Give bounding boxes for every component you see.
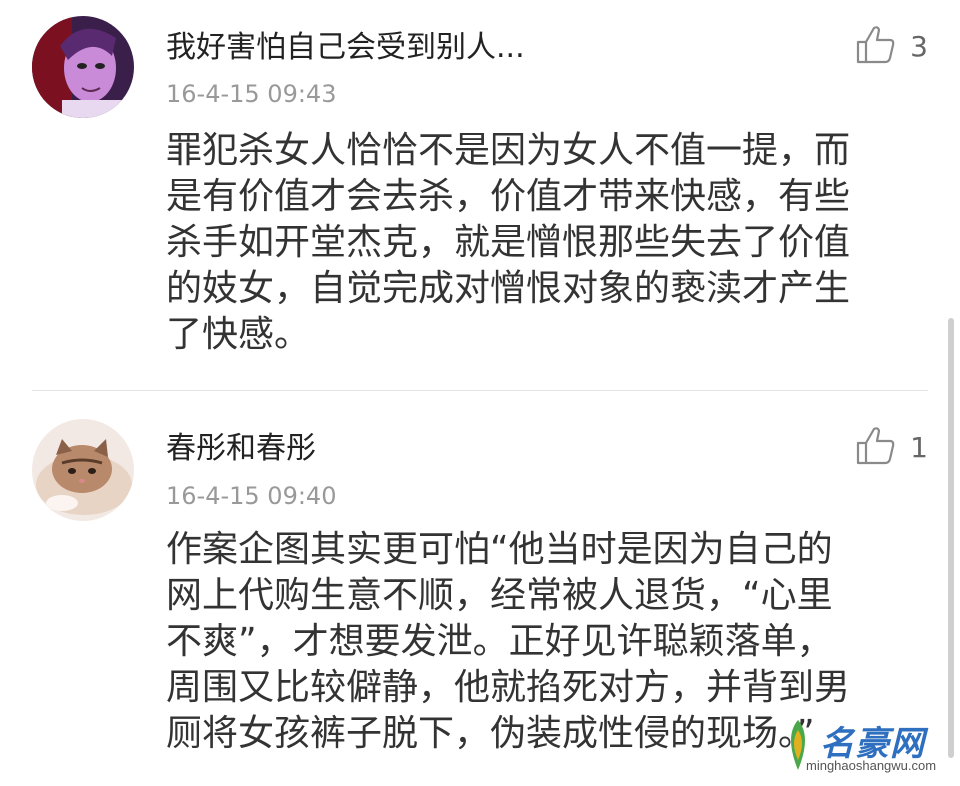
watermark: 名豪网 minghaoshangwu.com (776, 716, 946, 778)
watermark-url: minghaoshangwu.com (806, 758, 937, 773)
thumbs-up-icon (854, 423, 898, 471)
like-button[interactable]: 3 (854, 22, 928, 70)
like-button[interactable]: 1 (854, 423, 928, 471)
timestamp: 16-4-15 09:43 (166, 80, 337, 108)
username[interactable]: 春彤和春彤 (166, 423, 316, 467)
timestamp: 16-4-15 09:40 (166, 482, 337, 510)
scrollbar[interactable] (948, 318, 954, 758)
avatar[interactable] (32, 419, 134, 521)
like-count: 3 (910, 29, 928, 63)
avatar[interactable] (32, 16, 134, 118)
like-count: 1 (910, 430, 928, 464)
comment-text: 罪犯杀女人恰恰不是因为女人不值一提，而 是有价值才会去杀，价值才带来快感，有些 … (166, 130, 851, 355)
comment-item-1: 我好害怕自己会受到别人... 16-4-15 09:43 3 罪犯杀女人恰恰不是… (0, 0, 960, 390)
thumbs-up-icon (854, 22, 898, 70)
username[interactable]: 我好害怕自己会受到别人... (166, 22, 525, 66)
